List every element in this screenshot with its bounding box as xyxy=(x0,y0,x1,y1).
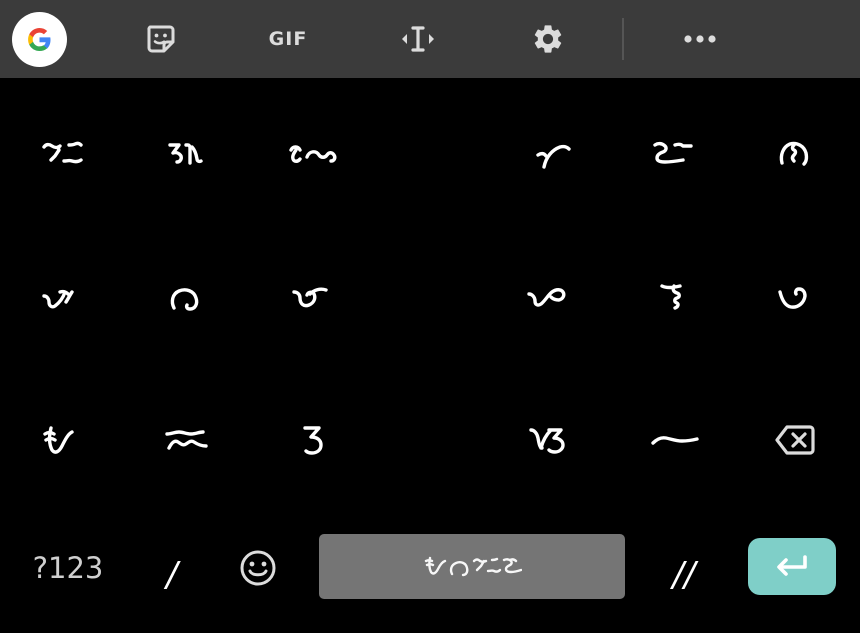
enter-return-icon xyxy=(777,554,807,576)
baybayin-na-key[interactable] xyxy=(750,258,840,338)
baybayin-pa-key[interactable] xyxy=(750,115,840,195)
baybayin-da-key[interactable] xyxy=(142,258,232,338)
sticker-icon xyxy=(147,25,175,53)
google-button[interactable] xyxy=(12,12,67,67)
baybayin-na-glyph xyxy=(778,287,807,309)
baybayin-sa-key[interactable] xyxy=(142,400,232,480)
baybayin-ka-glyph xyxy=(289,145,337,163)
more-horizontal-icon xyxy=(684,35,716,43)
text-edit-button[interactable] xyxy=(394,0,442,78)
baybayin-la-glyph xyxy=(303,426,323,455)
slash-key[interactable]: / xyxy=(140,535,204,615)
keyboard: GIF ?123 / // xyxy=(0,0,860,633)
double-slash-key[interactable]: // xyxy=(652,535,716,615)
sticker-button[interactable] xyxy=(136,0,186,78)
baybayin-nga-glyph xyxy=(536,144,571,169)
gif-label: GIF xyxy=(268,28,308,50)
baybayin-nga-key[interactable] xyxy=(506,115,596,195)
more-button[interactable] xyxy=(678,0,722,78)
baybayin-wa-key[interactable] xyxy=(506,400,596,480)
baybayin-da-glyph xyxy=(170,288,199,311)
toolbar-divider xyxy=(622,18,624,60)
space-bar[interactable] xyxy=(319,534,625,599)
symbols-label: ?123 xyxy=(32,550,104,585)
baybayin-ka-key[interactable] xyxy=(268,115,358,195)
baybayin-ga-key[interactable] xyxy=(268,258,358,338)
baybayin-ma-glyph xyxy=(660,284,682,310)
backspace-key[interactable] xyxy=(750,400,840,480)
backspace-icon xyxy=(775,425,815,455)
baybayin-ya-glyph xyxy=(43,426,74,454)
baybayin-pa-glyph xyxy=(779,141,809,166)
baybayin-u-key[interactable] xyxy=(142,115,232,195)
settings-button[interactable] xyxy=(526,0,570,78)
symbols-key[interactable]: ?123 xyxy=(18,530,118,605)
baybayin-u-glyph xyxy=(168,143,203,165)
baybayin-ba-key[interactable] xyxy=(506,258,596,338)
suggestion-toolbar: GIF xyxy=(0,0,860,78)
baybayin-ga-glyph xyxy=(292,287,328,308)
baybayin-a-glyph xyxy=(42,289,74,309)
baybayin-ya-key[interactable] xyxy=(18,400,108,480)
baybayin-ha-glyph xyxy=(651,436,699,445)
baybayin-ba-glyph xyxy=(527,288,566,307)
google-g-icon xyxy=(28,28,51,51)
gif-button[interactable]: GIF xyxy=(258,0,318,78)
baybayin-ta-key[interactable] xyxy=(630,115,720,195)
emoji-smile-icon xyxy=(240,550,276,586)
baybayin-i-glyph xyxy=(42,141,83,164)
baybayin-a-key[interactable] xyxy=(18,258,108,338)
baybayin-i-key[interactable] xyxy=(18,115,108,195)
space-bar-script-label xyxy=(424,556,522,576)
gear-icon xyxy=(534,25,562,53)
baybayin-sa-glyph xyxy=(165,430,208,450)
baybayin-wa-glyph xyxy=(529,428,565,454)
baybayin-la-key[interactable] xyxy=(268,400,358,480)
double-slash-label: // xyxy=(672,555,696,595)
emoji-key[interactable] xyxy=(226,532,290,604)
baybayin-ma-key[interactable] xyxy=(630,258,720,338)
enter-key[interactable] xyxy=(748,538,836,595)
baybayin-ha-key[interactable] xyxy=(630,400,720,480)
text-cursor-icon xyxy=(402,26,434,52)
baybayin-ta-glyph xyxy=(653,141,693,164)
slash-label: / xyxy=(166,555,178,595)
